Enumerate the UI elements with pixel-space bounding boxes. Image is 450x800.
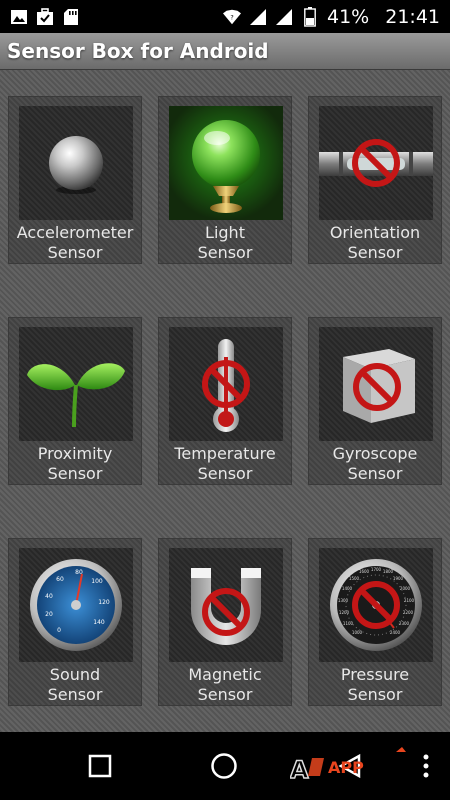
gauge-tick-label: 2100: [404, 598, 415, 603]
sound-meter-icon: 0 20 40 60 80 100 120 140: [30, 559, 122, 651]
sensor-suffix: Sensor: [347, 685, 403, 704]
icon-frame: [319, 106, 433, 220]
sensor-label: Accelerometer Sensor: [9, 223, 141, 263]
sd-card-icon: [62, 8, 80, 26]
image-icon: [10, 8, 28, 26]
sensor-label: Proximity Sensor: [9, 444, 141, 484]
cube-icon: [343, 349, 415, 423]
briefcase-icon: [36, 7, 54, 26]
sensor-tile-magnetic[interactable]: Magnetic Sensor: [158, 538, 292, 706]
gauge-tick-label: 1700: [371, 567, 382, 572]
sensor-label: Orientation Sensor: [309, 223, 441, 263]
gauge-tick-label: 1100: [343, 621, 354, 626]
gauge-tick-label: 1000: [352, 630, 363, 635]
gauge-tick-label: 1800: [383, 569, 394, 574]
gauge-tick-label: 20: [45, 611, 53, 618]
app-title-bar: Sensor Box for Android: [0, 33, 450, 70]
sensor-label: Gyroscope Sensor: [309, 444, 441, 484]
sensor-suffix: Sensor: [197, 464, 253, 483]
sensor-tile-pressure[interactable]: 1000 1100 1200 1300 1400 1500 1600 1700 …: [308, 538, 442, 706]
clock: 21:41: [385, 5, 440, 28]
gauge-tick-label: 2200: [403, 610, 414, 615]
sensor-name: Orientation: [329, 223, 421, 242]
battery-percent: 41%: [327, 5, 370, 28]
status-bar: ? 41% 21:41: [0, 0, 450, 33]
sensor-name: Sound: [49, 665, 101, 684]
sensor-name: Temperature: [174, 444, 276, 463]
recents-button[interactable]: [84, 750, 116, 782]
icon-frame: [169, 548, 283, 662]
sensor-label: Pressure Sensor: [309, 665, 441, 705]
green-crystal-ball-icon: [192, 120, 260, 213]
sensor-tile-sound[interactable]: 0 20 40 60 80 100 120 140 Sound Sensor: [8, 538, 142, 706]
sensor-suffix: Sensor: [197, 243, 253, 262]
sprout-icon: [27, 363, 125, 428]
recents-square-icon: [88, 754, 112, 778]
sensor-label: Light Sensor: [159, 223, 291, 263]
thermometer-icon: [202, 339, 250, 432]
sensor-suffix: Sensor: [47, 464, 103, 483]
wifi-icon: ?: [223, 8, 241, 26]
sensor-tile-gyroscope[interactable]: Gyroscope Sensor: [308, 317, 442, 485]
sensor-name: Proximity: [37, 444, 113, 463]
sensor-name: Light: [205, 223, 245, 242]
sensor-tile-proximity[interactable]: Proximity Sensor: [8, 317, 142, 485]
gauge-tick-label: 0: [57, 627, 61, 634]
watermark-text: APP: [328, 758, 364, 777]
metal-ball-icon: [49, 136, 103, 194]
sensor-grid: Accelerometer Sensor Light Sensor Orient…: [0, 70, 450, 732]
icon-frame: [19, 327, 133, 441]
icon-frame: [319, 327, 433, 441]
sensor-suffix: Sensor: [347, 464, 403, 483]
home-circle-icon: [211, 753, 237, 779]
gauge-tick-label: 120: [98, 599, 110, 606]
signal-icon: [249, 8, 267, 26]
pressure-gauge-icon: 1000 1100 1200 1300 1400 1500 1600 1700 …: [330, 559, 422, 651]
gauge-tick-label: 40: [45, 593, 53, 600]
status-left-icons: [10, 7, 80, 26]
gauge-tick-label: 2400: [390, 630, 401, 635]
app-title: Sensor Box for Android: [7, 39, 269, 63]
spirit-level-icon: [319, 139, 433, 187]
menu-dots-icon: [423, 754, 429, 778]
app-logo-icon: A: [289, 755, 324, 785]
app-watermark: A APP: [289, 746, 420, 786]
sensor-suffix: Sensor: [197, 685, 253, 704]
sensor-name: Pressure: [340, 665, 410, 684]
sensor-name: Gyroscope: [332, 444, 418, 463]
sensor-suffix: Sensor: [47, 243, 103, 262]
icon-frame: 1000 1100 1200 1300 1400 1500 1600 1700 …: [319, 548, 433, 662]
home-button[interactable]: [208, 750, 240, 782]
sensor-tile-orientation[interactable]: Orientation Sensor: [308, 96, 442, 264]
sensor-label: Sound Sensor: [9, 665, 141, 705]
icon-frame: 0 20 40 60 80 100 120 140: [19, 548, 133, 662]
gauge-tick-label: 1500: [349, 576, 360, 581]
sensor-label: Temperature Sensor: [159, 444, 291, 484]
sensor-suffix: Sensor: [347, 243, 403, 262]
sensor-name: Accelerometer: [16, 223, 134, 242]
icon-frame: [169, 327, 283, 441]
gauge-tick-label: 2300: [399, 621, 410, 626]
sensor-tile-accelerometer[interactable]: Accelerometer Sensor: [8, 96, 142, 264]
icon-frame: [169, 106, 283, 220]
signal-icon: [275, 8, 293, 26]
sensor-name: Magnetic: [188, 665, 262, 684]
sensor-tile-temperature[interactable]: Temperature Sensor: [158, 317, 292, 485]
sensor-label: Magnetic Sensor: [159, 665, 291, 705]
gauge-tick-label: 2000: [400, 586, 411, 591]
gauge-tick-label: 60: [56, 576, 64, 583]
gauge-tick-label: 140: [93, 619, 105, 626]
gauge-tick-label: 1600: [359, 569, 370, 574]
battery-icon: [301, 6, 319, 27]
status-right-icons: ? 41% 21:41: [223, 6, 440, 28]
icon-frame: [19, 106, 133, 220]
gauge-tick-label: 1900: [393, 576, 404, 581]
svg-text:?: ?: [230, 14, 233, 21]
svg-text:A: A: [290, 756, 309, 784]
sensor-tile-light[interactable]: Light Sensor: [158, 96, 292, 264]
sensor-suffix: Sensor: [47, 685, 103, 704]
gauge-tick-label: 100: [91, 578, 103, 585]
magnet-icon: [191, 568, 261, 645]
gauge-tick-label: 1400: [342, 586, 353, 591]
